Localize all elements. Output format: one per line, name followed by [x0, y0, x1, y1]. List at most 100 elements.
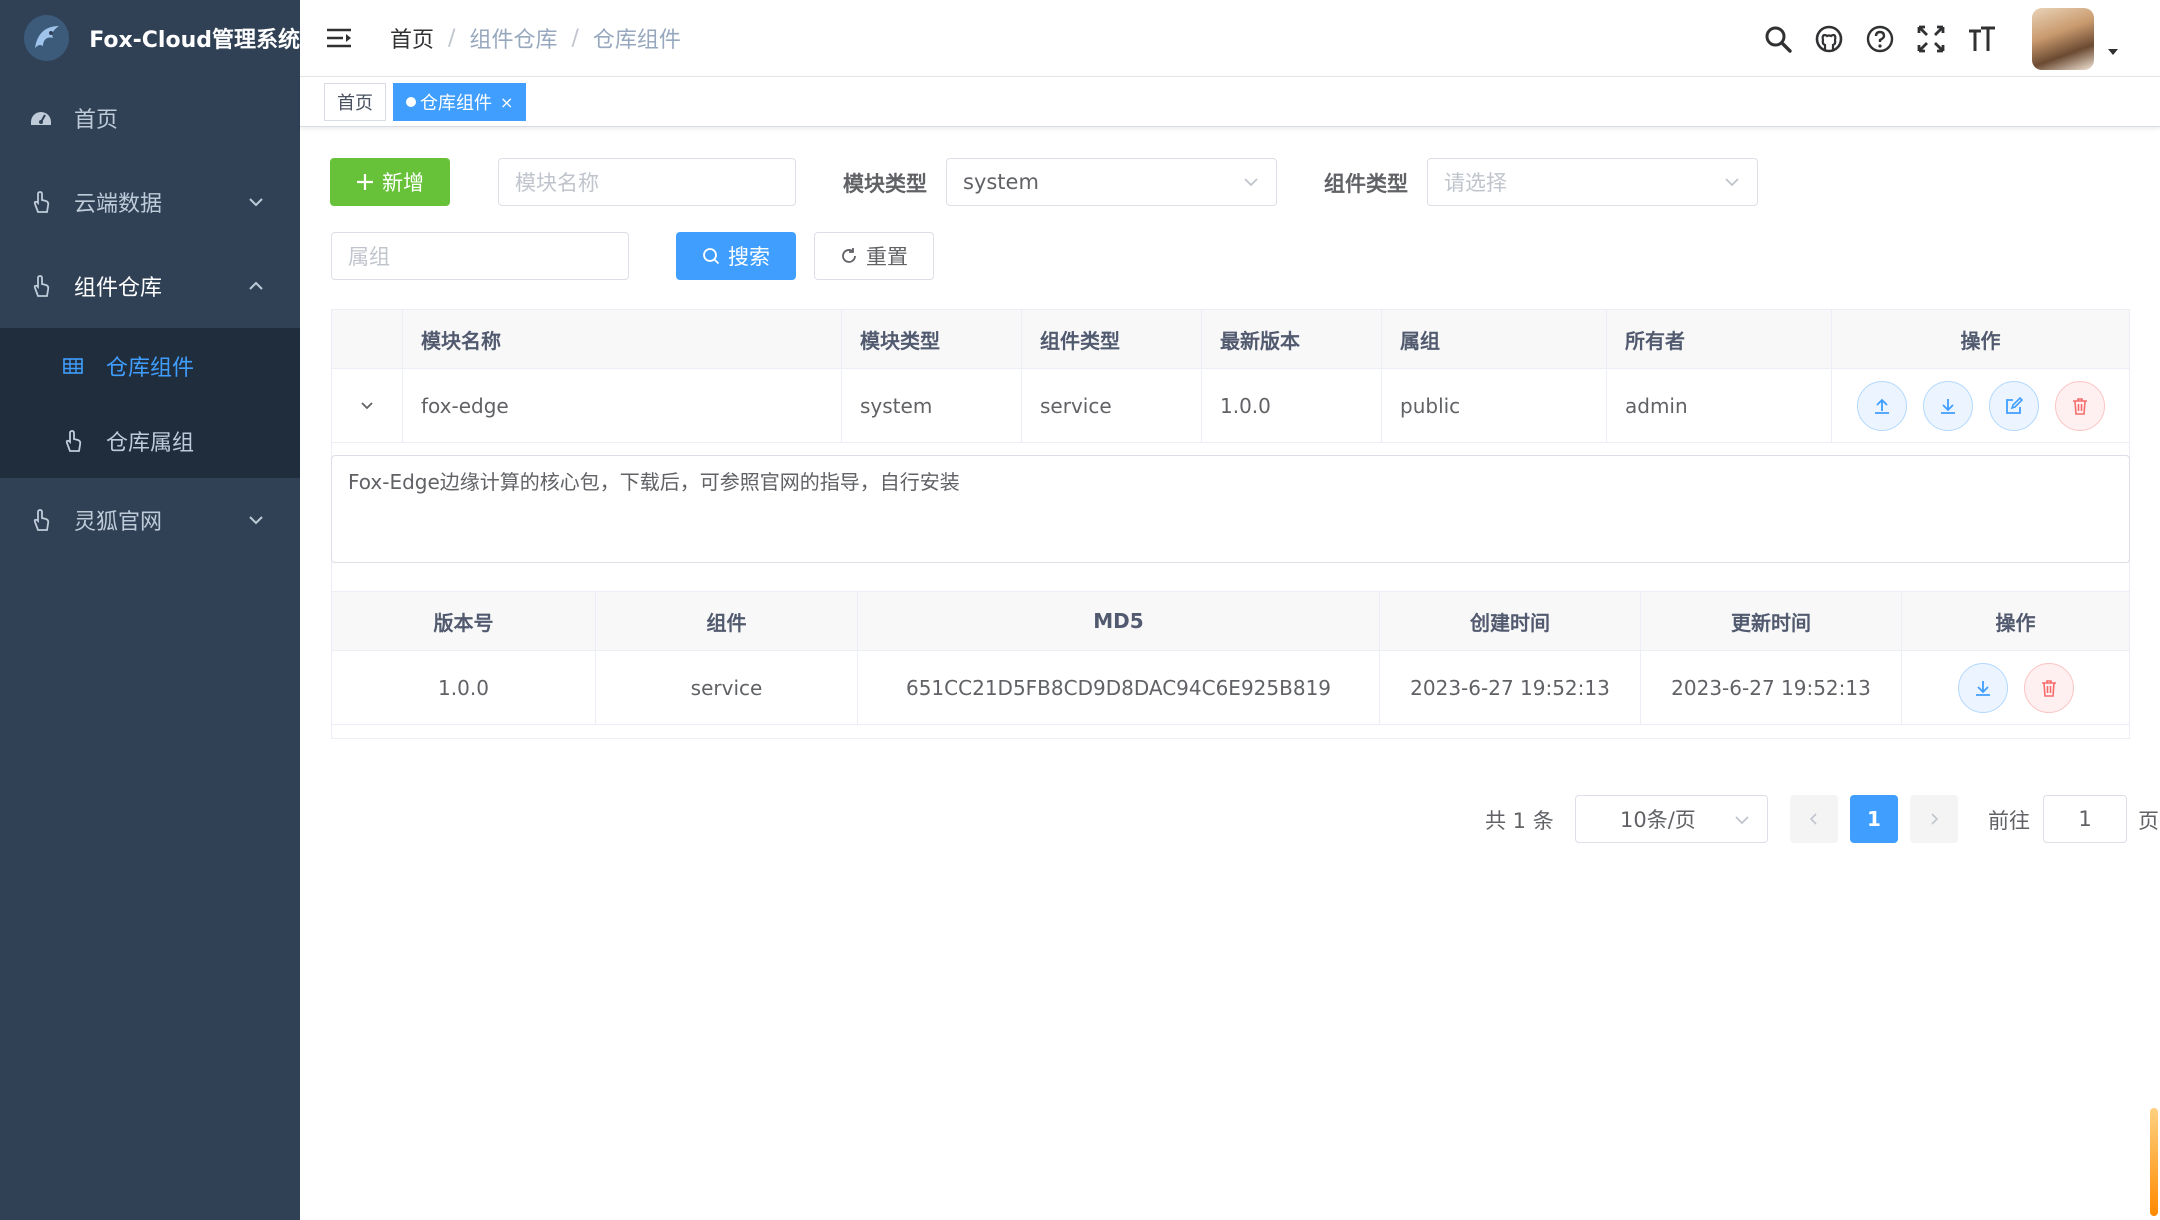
goto-label: 前往	[1988, 809, 2030, 833]
pagination: 共 1 条 10条/页 1 前往 1 页	[300, 795, 2160, 843]
cell-component: service	[596, 651, 858, 724]
column-header: 操作	[1832, 310, 2129, 368]
page-number-button[interactable]: 1	[1850, 795, 1898, 843]
table-icon	[60, 353, 86, 379]
tag-label: 首页	[337, 93, 373, 114]
breadcrumb-separator: /	[448, 25, 456, 51]
column-header: 组件类型	[1022, 310, 1202, 368]
table-header-row: 模块名称 模块类型 组件类型 最新版本 属组 所有者 操作	[332, 310, 2129, 369]
column-header: 属组	[1382, 310, 1607, 368]
column-header: 更新时间	[1641, 592, 1902, 650]
dashboard-icon	[28, 105, 54, 131]
breadcrumb-item[interactable]: 首页	[390, 22, 434, 54]
module-name-placeholder: 模块名称	[515, 171, 599, 195]
cell-group: public	[1382, 369, 1607, 442]
cell-component-type: service	[1022, 369, 1202, 442]
edit-button[interactable]	[1988, 380, 2039, 431]
column-header: 组件	[596, 592, 858, 650]
add-button-label: 新增	[382, 171, 424, 195]
plus-icon	[356, 173, 374, 191]
pagination-total: 共 1 条	[1485, 809, 1554, 833]
cell-md5: 651CC21D5FB8CD9D8DAC94C6E925B819	[858, 651, 1380, 724]
expanded-row-spacer	[332, 725, 2129, 738]
hand-pointer-icon	[28, 273, 54, 299]
scrollbar-thumb[interactable]	[2150, 1108, 2158, 1216]
navbar: 首页 / 组件仓库 / 仓库组件	[300, 0, 2160, 77]
main-content: 新增 模块名称 模块类型 system 组件类型 请选择 属组 搜索 重置 模块…	[300, 128, 2160, 1220]
download-icon	[1940, 398, 1955, 414]
fox-logo-icon	[24, 15, 70, 61]
breadcrumb: 首页 / 组件仓库 / 仓库组件	[390, 22, 681, 54]
chevron-down-icon	[1735, 816, 1749, 825]
cell-owner: admin	[1607, 369, 1832, 442]
prev-page-button[interactable]	[1790, 795, 1838, 843]
sidebar-item-home[interactable]: 首页	[0, 76, 300, 160]
github-icon[interactable]	[1813, 23, 1845, 55]
chevron-right-icon	[1931, 813, 1939, 825]
expand-toggle[interactable]	[332, 369, 403, 442]
cell-updated-time: 2023-6-27 19:52:13	[1641, 651, 1902, 724]
group-input[interactable]: 属组	[331, 232, 629, 280]
breadcrumb-item: 组件仓库	[469, 28, 558, 53]
column-header: 最新版本	[1202, 310, 1382, 368]
font-size-icon[interactable]	[1966, 23, 1998, 55]
help-icon[interactable]	[1864, 23, 1896, 55]
search-button[interactable]: 搜索	[676, 232, 796, 280]
download-button[interactable]	[1957, 662, 2008, 713]
sidebar-item-label: 首页	[74, 108, 119, 133]
table-header-row: 版本号 组件 MD5 创建时间 更新时间 操作	[332, 592, 2129, 651]
next-page-button[interactable]	[1910, 795, 1958, 843]
delete-button[interactable]	[2054, 380, 2105, 431]
submenu-component-repo: 仓库组件 仓库属组	[0, 328, 300, 478]
logo[interactable]: Fox-Cloud管理系统	[0, 0, 300, 76]
chevron-down-icon	[249, 516, 263, 525]
active-dot-icon	[406, 97, 416, 107]
sidebar-subitem-label: 仓库组件	[106, 355, 195, 381]
sidebar: Fox-Cloud管理系统 首页 云端数据 组件仓库 仓库组件 仓库属组 灵狐官…	[0, 0, 300, 1220]
chevron-down-icon	[1725, 178, 1739, 187]
module-name-input[interactable]: 模块名称	[498, 158, 796, 206]
refresh-icon	[840, 247, 858, 265]
component-table: 模块名称 模块类型 组件类型 最新版本 属组 所有者 操作 fox-edge s…	[331, 309, 2130, 739]
cell-latest-version: 1.0.0	[1202, 369, 1382, 442]
fullscreen-icon[interactable]	[1915, 23, 1947, 55]
hamburger-icon[interactable]	[324, 23, 354, 53]
search-icon	[702, 247, 720, 265]
expand-column-header	[332, 310, 403, 368]
sidebar-item-official-site[interactable]: 灵狐官网	[0, 478, 300, 562]
reset-button[interactable]: 重置	[814, 232, 934, 280]
breadcrumb-separator: /	[571, 25, 579, 51]
cell-version: 1.0.0	[332, 651, 596, 724]
download-button[interactable]	[1922, 380, 1973, 431]
column-header: MD5	[858, 592, 1380, 650]
sidebar-item-component-repo[interactable]: 组件仓库	[0, 244, 300, 328]
sidebar-item-label: 灵狐官网	[74, 510, 163, 535]
sidebar-subitem-repo-components[interactable]: 仓库组件	[0, 328, 300, 403]
module-type-select[interactable]: system	[946, 158, 1277, 206]
tag-repo-components[interactable]: 仓库组件 ×	[393, 83, 527, 121]
upload-icon	[1874, 398, 1889, 414]
goto-page-input[interactable]: 1	[2043, 795, 2127, 843]
cell-module-name: fox-edge	[403, 369, 842, 442]
tag-home[interactable]: 首页	[324, 83, 386, 121]
sidebar-subitem-repo-groups[interactable]: 仓库属组	[0, 403, 300, 478]
chevron-up-icon	[249, 281, 263, 290]
sidebar-item-cloud-data[interactable]: 云端数据	[0, 160, 300, 244]
avatar[interactable]	[2032, 7, 2094, 70]
upload-button[interactable]	[1856, 380, 1907, 431]
delete-button[interactable]	[2023, 662, 2074, 713]
hand-pointer-icon	[28, 507, 54, 533]
add-button[interactable]: 新增	[330, 158, 450, 206]
chevron-left-icon	[1809, 813, 1817, 825]
module-type-label: 模块类型	[843, 172, 927, 196]
column-header: 所有者	[1607, 310, 1832, 368]
trash-icon	[2041, 679, 2056, 697]
caret-down-icon[interactable]	[2106, 45, 2120, 59]
component-type-select[interactable]: 请选择	[1427, 158, 1758, 206]
close-icon[interactable]: ×	[500, 93, 513, 112]
description-textarea[interactable]: Fox-Edge边缘计算的核心包，下载后，可参照官网的指导，自行安装	[331, 455, 2130, 563]
reset-button-label: 重置	[866, 245, 908, 269]
page-size-select[interactable]: 10条/页	[1575, 795, 1768, 843]
search-icon[interactable]	[1762, 23, 1794, 55]
download-icon	[1975, 680, 1990, 696]
